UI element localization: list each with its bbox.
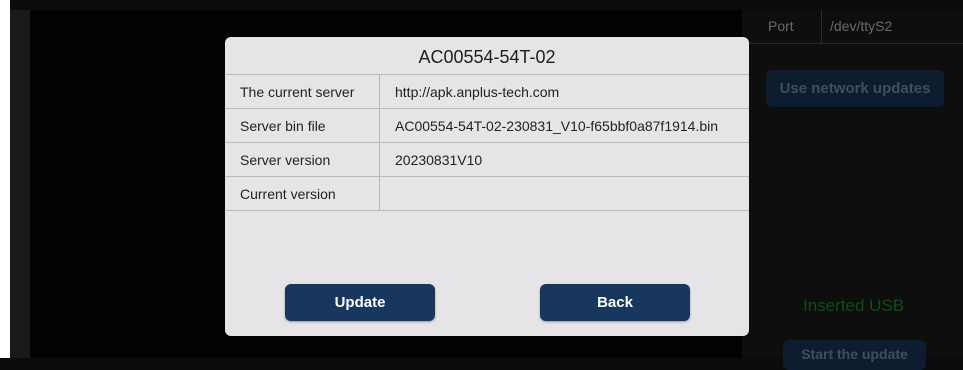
- row-label: Server bin file: [225, 108, 380, 143]
- table-row: Current version: [225, 176, 749, 211]
- port-label: Port: [742, 10, 822, 43]
- update-button[interactable]: Update: [285, 284, 435, 321]
- update-info-dialog: AC00554-54T-02 The current server http:/…: [225, 37, 749, 336]
- row-label: Current version: [225, 176, 380, 211]
- back-button[interactable]: Back: [540, 284, 690, 321]
- port-row: Port /dev/ttyS2: [742, 10, 963, 44]
- row-value: http://apk.anplus-tech.com: [379, 74, 749, 109]
- usb-status-text: Inserted USB: [803, 296, 905, 315]
- row-value: AC00554-54T-02-230831_V10-f65bbf0a87f191…: [379, 108, 749, 143]
- use-network-updates-button[interactable]: Use network updates: [766, 70, 944, 107]
- row-value: [379, 176, 749, 211]
- dialog-title: AC00554-54T-02: [418, 47, 556, 67]
- start-update-button[interactable]: Start the update: [783, 340, 926, 370]
- row-label: The current server: [225, 74, 380, 109]
- table-row: Server bin file AC00554-54T-02-230831_V1…: [225, 108, 749, 143]
- port-value[interactable]: /dev/ttyS2: [822, 10, 963, 43]
- table-row: The current server http://apk.anplus-tec…: [225, 74, 749, 109]
- info-table: The current server http://apk.anplus-tec…: [225, 74, 749, 211]
- row-label: Server version: [225, 142, 380, 177]
- left-edge-strip: [0, 0, 10, 358]
- table-row: Server version 20230831V10: [225, 142, 749, 177]
- row-value: 20230831V10: [379, 142, 749, 177]
